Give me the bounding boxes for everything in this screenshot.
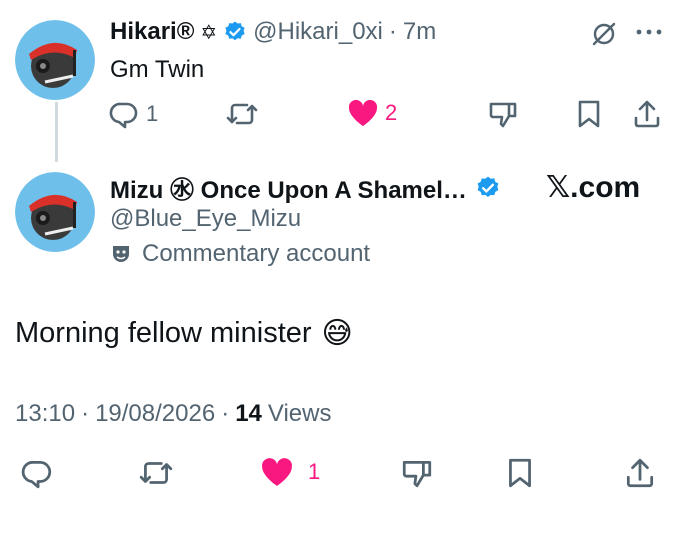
grok-icon[interactable]: [590, 20, 618, 48]
name-symbol: ✡: [200, 21, 218, 44]
separator-dot: ·: [81, 400, 90, 427]
bookmark-icon[interactable]: [575, 98, 603, 130]
like-count: 2: [385, 100, 398, 125]
separator-dot: ·: [388, 18, 397, 45]
reply-like-action[interactable]: 2: [347, 98, 397, 128]
verified-badge-icon: [475, 175, 501, 201]
reply-count: 1: [146, 101, 159, 126]
commentary-badge[interactable]: Commentary account: [110, 240, 370, 268]
like-icon: [347, 98, 379, 128]
commentary-label: Commentary account: [142, 240, 371, 267]
repost-icon[interactable]: [138, 456, 174, 490]
reply-author-name[interactable]: Hikari®: [110, 18, 194, 46]
separator-dot: ·: [221, 400, 230, 427]
dislike-icon[interactable]: [400, 456, 434, 490]
like-count: 1: [308, 459, 321, 484]
main-like-action[interactable]: 1: [260, 456, 320, 488]
main-avatar[interactable]: [15, 172, 95, 252]
reply-icon[interactable]: [20, 456, 54, 490]
post-date[interactable]: 19/08/2026: [95, 400, 215, 428]
brand-logo: 𝕏.com: [546, 171, 641, 204]
more-icon[interactable]: [635, 22, 663, 42]
thread-line: [55, 102, 58, 162]
verified-badge-icon: [223, 20, 247, 44]
main-text: Morning fellow minister: [15, 317, 312, 349]
like-icon: [260, 456, 294, 488]
theater-mask-icon: [110, 243, 132, 265]
reply-author-handle[interactable]: @Hikari_0xi: [253, 18, 383, 46]
post-time[interactable]: 13:10: [15, 400, 75, 428]
share-icon[interactable]: [632, 98, 662, 130]
bookmark-icon[interactable]: [505, 456, 535, 490]
reply-timestamp[interactable]: 7m: [403, 18, 436, 46]
emoji: 😅: [321, 317, 353, 350]
repost-icon[interactable]: [225, 98, 259, 130]
reply-icon: [108, 98, 140, 130]
dislike-icon[interactable]: [487, 98, 519, 130]
reply-reply-action[interactable]: 1: [108, 98, 158, 130]
reply-avatar[interactable]: [15, 20, 95, 100]
main-author-handle[interactable]: @Blue_Eye_Mizu: [110, 205, 301, 233]
views-label: Views: [267, 400, 332, 427]
reply-text: Gm Twin: [110, 56, 205, 83]
main-author-name[interactable]: Mizu ㊌ Once Upon A Shamel…: [110, 170, 467, 205]
share-icon[interactable]: [624, 456, 656, 490]
views-count: 14: [235, 400, 262, 427]
